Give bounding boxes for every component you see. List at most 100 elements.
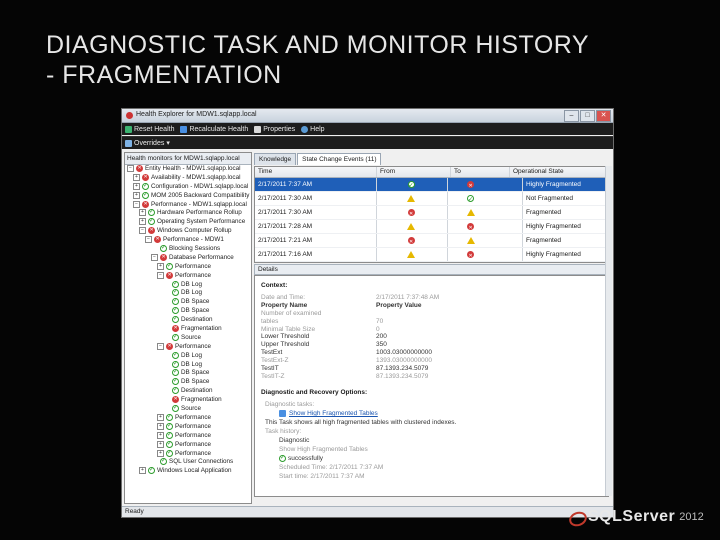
expand-icon[interactable]: + [139, 218, 146, 226]
tree-node[interactable]: DB Log [125, 288, 251, 298]
properties-icon [254, 125, 262, 133]
tree-node[interactable]: + Performance [125, 440, 251, 450]
expand-icon[interactable]: + [157, 431, 164, 439]
event-from [377, 234, 448, 249]
event-to [448, 178, 523, 193]
tree-node[interactable]: Blocking Sessions [125, 244, 251, 254]
healthy-check-icon [166, 422, 173, 431]
tree-node[interactable]: DB Log [125, 351, 251, 361]
tree-node[interactable]: + Performance [125, 449, 251, 459]
tree-node[interactable]: − Windows Computer Rollup [125, 226, 251, 236]
collapse-icon[interactable]: − [151, 253, 158, 261]
healthy-check-icon [172, 360, 179, 369]
tree-node[interactable]: + Performance [125, 262, 251, 272]
recalculate-health-button[interactable]: Recalculate Health [180, 125, 248, 133]
expand-icon[interactable]: + [157, 262, 164, 270]
collapse-icon[interactable]: − [133, 200, 140, 208]
tree-node[interactable]: SQL User Connections [125, 457, 251, 467]
expand-icon[interactable]: + [133, 182, 140, 190]
expand-icon[interactable]: + [139, 467, 146, 475]
tree-node[interactable]: + Windows Local Application [125, 466, 251, 476]
tree-node[interactable]: Source [125, 404, 251, 414]
property-row: TestIT 87.1393.234.5079 [261, 365, 501, 373]
task-icon [279, 409, 286, 417]
healthy-check-icon [172, 333, 179, 342]
properties-button[interactable]: Properties [254, 125, 295, 133]
tree-node[interactable]: Source [125, 333, 251, 343]
expand-icon[interactable]: + [157, 422, 164, 430]
tree-node[interactable]: DB Space [125, 377, 251, 387]
close-button[interactable]: ✕ [596, 110, 611, 122]
property-row: TestIT-Z 87.1393.234.5079 [261, 373, 501, 381]
expand-icon[interactable]: + [133, 173, 140, 181]
column-header-from[interactable]: From [377, 167, 451, 177]
healthy-check-icon [172, 288, 179, 297]
tree-node[interactable]: − Performance - MDW1 [125, 235, 251, 245]
tree-node[interactable]: − Performance [125, 271, 251, 281]
main-toolbar: Reset Health Recalculate Health Properti… [122, 123, 613, 135]
tree-node[interactable]: + Performance [125, 422, 251, 432]
column-header-to[interactable]: To [451, 167, 510, 177]
collapse-icon[interactable]: − [157, 271, 164, 279]
expand-icon[interactable]: + [157, 449, 164, 457]
diagnostic-task-link[interactable]: Show High Fragmented Tables [265, 409, 595, 418]
tab-knowledge[interactable]: Knowledge [254, 153, 297, 165]
show-high-fragmented-tables-link[interactable]: Show High Fragmented Tables [289, 410, 378, 417]
tree-node[interactable]: − Performance - MDW1.sqlapp.local [125, 200, 251, 210]
column-header-time[interactable]: Time [255, 167, 377, 177]
diagnostic-text: Start time: 2/17/2011 7:37 AM [279, 473, 365, 480]
column-header-operational-state[interactable]: Operational State [510, 167, 608, 177]
tree-node-label: DB Space [181, 369, 210, 377]
diagnostic-options: Diagnostic tasks: Show High Fragmented Ta… [265, 400, 595, 481]
diagnostic-line: Task history: [265, 427, 595, 436]
expand-icon[interactable]: + [157, 413, 164, 421]
property-value: Property Value [376, 301, 422, 309]
event-row[interactable]: 2/17/2011 7:16 AM Highly Fragmented [255, 248, 608, 262]
tree-node[interactable]: Destination [125, 315, 251, 325]
tree-node[interactable]: DB Space [125, 306, 251, 316]
collapse-icon[interactable]: − [127, 165, 134, 172]
event-row[interactable]: 2/17/2011 7:30 AM Fragmented [255, 206, 608, 221]
tree-node[interactable]: − Performance [125, 342, 251, 352]
details-header: Details [254, 264, 612, 275]
tree-node-label: DB Log [181, 289, 203, 297]
tree-node[interactable]: + Performance [125, 413, 251, 423]
tree-node[interactable]: Fragmentation [125, 395, 251, 405]
minimize-button[interactable]: – [564, 110, 579, 122]
warning-icon [467, 208, 475, 216]
health-monitor-tree-pane: Health monitors for MDW1.sqlapp.local − E… [124, 152, 252, 504]
tree-node[interactable]: DB Log [125, 280, 251, 290]
event-time: 2/17/2011 7:30 AM [255, 192, 377, 205]
warning-icon [407, 222, 415, 230]
tree-node[interactable]: − Database Performance [125, 253, 251, 263]
collapse-icon[interactable]: − [139, 227, 146, 235]
window-titlebar[interactable]: Health Explorer for MDW1.sqlapp.local – … [122, 109, 613, 123]
tree-node[interactable]: + Performance [125, 431, 251, 441]
tree-node-label: Performance [175, 440, 212, 448]
healthy-check-icon [142, 191, 149, 200]
details-scrollbar[interactable] [605, 166, 612, 496]
collapse-icon[interactable]: − [145, 236, 152, 244]
tree-node-label: DB Log [181, 280, 203, 288]
tree-node[interactable]: + Hardware Performance Rollup [125, 208, 251, 218]
expand-icon[interactable]: + [139, 209, 146, 217]
overrides-button[interactable]: Overrides ▾ [125, 139, 170, 147]
tree-node[interactable]: Fragmentation [125, 324, 251, 334]
help-button[interactable]: Help [301, 125, 325, 133]
tree-node[interactable]: Destination [125, 386, 251, 396]
event-row[interactable]: 2/17/2011 7:30 AM Not Fragmented [255, 192, 608, 207]
event-row[interactable]: 2/17/2011 7:37 AM Highly Fragmented [255, 178, 608, 193]
expand-icon[interactable]: + [157, 440, 164, 448]
expand-icon[interactable]: + [133, 191, 140, 199]
reset-health-button[interactable]: Reset Health [125, 125, 174, 133]
tree-node[interactable]: DB Log [125, 360, 251, 370]
property-value [376, 310, 501, 318]
tree-node[interactable]: + Operating System Performance [125, 217, 251, 227]
tab-state-change-events[interactable]: State Change Events (11) [297, 153, 382, 165]
tree-node[interactable]: DB Space [125, 297, 251, 307]
event-row[interactable]: 2/17/2011 7:28 AM Highly Fragmented [255, 220, 608, 235]
event-row[interactable]: 2/17/2011 7:21 AM Fragmented [255, 234, 608, 249]
tree-node[interactable]: DB Space [125, 368, 251, 378]
maximize-button[interactable]: □ [580, 110, 595, 122]
collapse-icon[interactable]: − [157, 342, 164, 350]
